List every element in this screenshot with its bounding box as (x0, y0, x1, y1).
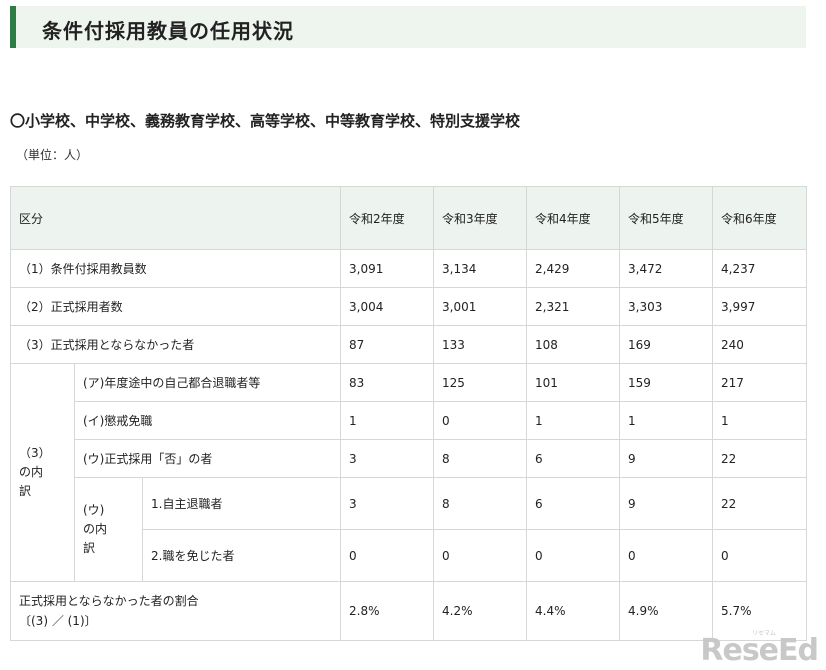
cell-value: 240 (712, 325, 807, 364)
cell-value: 22 (712, 477, 807, 530)
cell-value: 6 (526, 439, 620, 478)
table-row: （1）条件付採用教員数 3,091 3,134 2,429 3,472 4,23… (10, 249, 807, 288)
header-year: 令和3年度 (433, 186, 527, 250)
cell-value: 8 (433, 439, 527, 478)
table-row: （3）の内訳 (ア)年度途中の自己都合退職者等 83 125 101 159 2… (10, 363, 807, 582)
table-header-row: 区分 令和2年度 令和3年度 令和4年度 令和5年度 令和6年度 (10, 186, 807, 250)
cell-value: 4,237 (712, 249, 807, 288)
cell-value: 133 (433, 325, 527, 364)
cell-value: 4.2% (433, 581, 527, 641)
page-title-bar: 条件付採用教員の任用状況 (10, 6, 806, 48)
page-title: 条件付採用教員の任用状況 (42, 19, 294, 43)
cell-value: 1 (712, 401, 807, 440)
cell-value: 2,321 (526, 287, 620, 326)
cell-value: 87 (340, 325, 434, 364)
cell-value: 83 (340, 363, 434, 402)
ratio-row-label: 正式採用とならなかった者の割合 〔(3) ／ (1)〕 (10, 581, 341, 641)
section-heading: 〇小学校、中学校、義務教育学校、高等学校、中等教育学校、特別支援学校 (10, 112, 521, 130)
cell-value: 6 (526, 477, 620, 530)
cell-value: 3,472 (619, 249, 713, 288)
row-label: (ア)年度途中の自己都合退職者等 (74, 363, 341, 402)
header-category: 区分 (10, 186, 341, 250)
row-label: （3）正式採用とならなかった者 (10, 325, 341, 364)
header-year: 令和5年度 (619, 186, 713, 250)
breakdown-group-label: （3）の内訳 (10, 363, 75, 582)
cell-value: 2.8% (340, 581, 434, 641)
unit-note: （単位：人） (16, 148, 89, 162)
cell-value: 3,001 (433, 287, 527, 326)
row-label: (イ)懲戒免職 (74, 401, 341, 440)
cell-value: 108 (526, 325, 620, 364)
appointment-status-table: 区分 令和2年度 令和3年度 令和4年度 令和5年度 令和6年度 （1）条件付採… (10, 186, 807, 641)
cell-value: 3,134 (433, 249, 527, 288)
row-label: 1.自主退職者 (142, 477, 341, 530)
table-row: (ウ)正式採用「否」の者 3 8 6 9 22 (11, 439, 807, 478)
cell-value: 169 (619, 325, 713, 364)
cell-value: 3,091 (340, 249, 434, 288)
cell-value: 0 (433, 401, 527, 440)
cell-value: 0 (712, 529, 807, 582)
cell-value: 1 (619, 401, 713, 440)
table-row: (ウ)の内訳 1.自主退職者 3 8 6 9 22 (11, 477, 807, 582)
cell-value: 3,997 (712, 287, 807, 326)
table-row: （3）正式採用とならなかった者 87 133 108 169 240 (10, 325, 807, 364)
breakdown-group-text: （3）の内訳 (19, 445, 45, 499)
u-breakdown-group-label: (ウ)の内訳 (74, 477, 143, 582)
cell-value: 0 (526, 529, 620, 582)
cell-value: 217 (712, 363, 807, 402)
row-label: (ウ)正式採用「否」の者 (74, 439, 341, 478)
cell-value: 3,004 (340, 287, 434, 326)
ratio-label-line2: 〔(3) ／ (1)〕 (19, 614, 97, 628)
cell-value: 159 (619, 363, 713, 402)
cell-value: 1 (526, 401, 620, 440)
cell-value: 0 (619, 529, 713, 582)
header-year: 令和2年度 (340, 186, 434, 250)
cell-value: 2,429 (526, 249, 620, 288)
cell-value: 3 (340, 477, 434, 530)
ratio-label-line1: 正式採用とならなかった者の割合 (19, 593, 199, 608)
cell-value: 8 (433, 477, 527, 530)
header-year: 令和4年度 (526, 186, 620, 250)
cell-value: 3,303 (619, 287, 713, 326)
cell-value: 1 (340, 401, 434, 440)
cell-value: 3 (340, 439, 434, 478)
cell-value: 9 (619, 439, 713, 478)
table-row: 正式採用とならなかった者の割合 〔(3) ／ (1)〕 2.8% 4.2% 4.… (10, 581, 807, 641)
header-year: 令和6年度 (712, 186, 807, 250)
cell-value: 0 (433, 529, 527, 582)
cell-value: 125 (433, 363, 527, 402)
cell-value: 101 (526, 363, 620, 402)
row-label: 2.職を免じた者 (142, 529, 341, 582)
cell-value: 22 (712, 439, 807, 478)
cell-value: 4.4% (526, 581, 620, 641)
watermark-logo: ReseEd (700, 633, 819, 668)
cell-value: 9 (619, 477, 713, 530)
u-breakdown-group-text: (ウ)の内訳 (83, 502, 108, 556)
row-label: （2）正式採用者数 (10, 287, 341, 326)
table-row: (イ)懲戒免職 1 0 1 1 1 (11, 401, 807, 440)
cell-value: 4.9% (619, 581, 713, 641)
row-label: （1）条件付採用教員数 (10, 249, 341, 288)
cell-value: 0 (340, 529, 434, 582)
table-row: （2）正式採用者数 3,004 3,001 2,321 3,303 3,997 (10, 287, 807, 326)
